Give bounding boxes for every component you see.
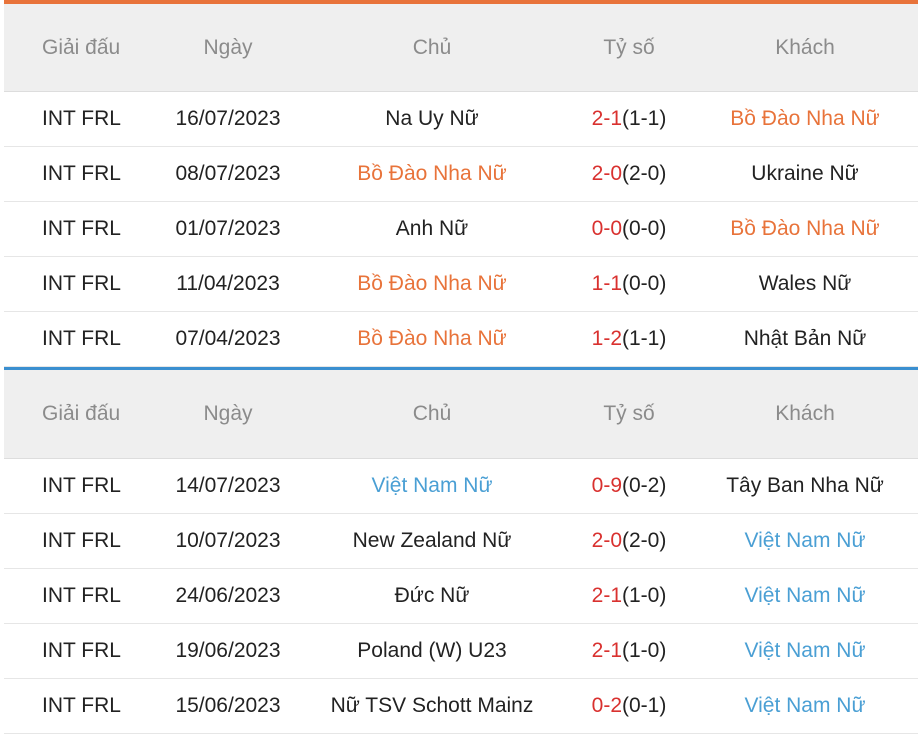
fulltime-score: 2-1 [591, 107, 622, 130]
fulltime-score: 2-0 [591, 529, 622, 552]
away-team[interactable]: Ukraine Nữ [692, 162, 918, 186]
header-league: Giải đấu [42, 402, 121, 425]
fulltime-score: 0-0 [591, 217, 622, 240]
table-row[interactable]: INT FRL 11/04/2023 Bồ Đào Nha Nữ 1-1(0-0… [4, 257, 918, 312]
halftime-score: (0-2) [622, 474, 667, 497]
home-team[interactable]: Poland (W) U23 [298, 639, 566, 663]
league-cell: INT FRL [42, 217, 121, 240]
table-row[interactable]: INT FRL 10/07/2023 New Zealand Nữ 2-0(2-… [4, 514, 918, 569]
table-row[interactable]: INT FRL 01/07/2023 Anh Nữ 0-0(0-0) Bồ Đà… [4, 202, 918, 257]
date-cell: 08/07/2023 [175, 162, 281, 185]
halftime-score: (1-1) [622, 107, 667, 130]
score-cell: 2-0(2-0) [566, 529, 692, 553]
away-team[interactable]: Việt Nam Nữ [692, 584, 918, 608]
home-team[interactable]: Việt Nam Nữ [298, 474, 566, 498]
score-cell: 0-0(0-0) [566, 217, 692, 241]
table-row[interactable]: INT FRL 15/06/2023 Nữ TSV Schott Mainz 0… [4, 679, 918, 734]
score-cell: 0-9(0-2) [566, 474, 692, 498]
fulltime-score: 0-9 [591, 474, 622, 497]
home-team[interactable]: Nữ TSV Schott Mainz [298, 694, 566, 718]
home-team[interactable]: Bồ Đào Nha Nữ [298, 272, 566, 296]
league-cell: INT FRL [42, 639, 121, 662]
header-away: Khách [775, 402, 835, 425]
score-cell: 2-1(1-0) [566, 584, 692, 608]
home-team[interactable]: New Zealand Nữ [298, 529, 566, 553]
fulltime-score: 1-1 [591, 272, 622, 295]
league-cell: INT FRL [42, 584, 121, 607]
score-cell: 1-2(1-1) [566, 327, 692, 351]
halftime-score: (0-1) [622, 694, 667, 717]
fulltime-score: 1-2 [591, 327, 622, 350]
date-cell: 19/06/2023 [175, 639, 281, 662]
score-cell: 2-1(1-1) [566, 107, 692, 131]
fulltime-score: 2-1 [591, 584, 622, 607]
home-team[interactable]: Bồ Đào Nha Nữ [298, 162, 566, 186]
score-cell: 2-0(2-0) [566, 162, 692, 186]
header-date: Ngày [203, 35, 253, 59]
vietnam-results-table: Giải đấu Ngày Chủ Tỷ số Khách INT FRL 14… [4, 367, 918, 734]
halftime-score: (2-0) [622, 529, 667, 552]
away-team[interactable]: Tây Ban Nha Nữ [692, 474, 918, 498]
date-cell: 24/06/2023 [175, 584, 281, 607]
score-cell: 0-2(0-1) [566, 694, 692, 718]
home-team[interactable]: Đức Nữ [298, 584, 566, 608]
header-home: Chủ [412, 35, 452, 59]
table-row[interactable]: INT FRL 07/04/2023 Bồ Đào Nha Nữ 1-2(1-1… [4, 312, 918, 367]
league-cell: INT FRL [42, 474, 121, 497]
halftime-score: (0-0) [622, 272, 667, 295]
fulltime-score: 0-2 [591, 694, 622, 717]
halftime-score: (1-0) [622, 584, 667, 607]
header-home: Chủ [412, 402, 452, 425]
away-team[interactable]: Việt Nam Nữ [692, 529, 918, 553]
table-row[interactable]: INT FRL 19/06/2023 Poland (W) U23 2-1(1-… [4, 624, 918, 679]
away-team[interactable]: Wales Nữ [692, 272, 918, 296]
date-cell: 15/06/2023 [175, 694, 281, 717]
score-cell: 1-1(0-0) [566, 272, 692, 296]
league-cell: INT FRL [42, 272, 121, 295]
header-score: Tỷ số [603, 35, 655, 59]
table-header: Giải đấu Ngày Chủ Tỷ số Khách [4, 370, 918, 459]
league-cell: INT FRL [42, 107, 121, 130]
home-team[interactable]: Bồ Đào Nha Nữ [298, 327, 566, 351]
league-cell: INT FRL [42, 162, 121, 185]
date-cell: 01/07/2023 [175, 217, 281, 240]
header-date: Ngày [203, 402, 253, 425]
table-row[interactable]: INT FRL 08/07/2023 Bồ Đào Nha Nữ 2-0(2-0… [4, 147, 918, 202]
halftime-score: (1-1) [622, 327, 667, 350]
league-cell: INT FRL [42, 529, 121, 552]
portugal-results-table: Giải đấu Ngày Chủ Tỷ số Khách INT FRL 16… [4, 0, 918, 367]
away-team[interactable]: Việt Nam Nữ [692, 639, 918, 663]
halftime-score: (2-0) [622, 162, 667, 185]
away-team[interactable]: Bồ Đào Nha Nữ [692, 107, 918, 131]
date-cell: 14/07/2023 [175, 474, 281, 497]
table-row[interactable]: INT FRL 24/06/2023 Đức Nữ 2-1(1-0) Việt … [4, 569, 918, 624]
date-cell: 07/04/2023 [175, 327, 281, 350]
score-cell: 2-1(1-0) [566, 639, 692, 663]
away-team[interactable]: Nhật Bản Nữ [692, 327, 918, 351]
league-cell: INT FRL [42, 694, 121, 717]
halftime-score: (1-0) [622, 639, 667, 662]
table-header: Giải đấu Ngày Chủ Tỷ số Khách [4, 4, 918, 92]
away-team[interactable]: Bồ Đào Nha Nữ [692, 217, 918, 241]
table-row[interactable]: INT FRL 16/07/2023 Na Uy Nữ 2-1(1-1) Bồ … [4, 92, 918, 147]
date-cell: 10/07/2023 [175, 529, 281, 552]
fulltime-score: 2-0 [591, 162, 622, 185]
header-away: Khách [775, 35, 835, 59]
fulltime-score: 2-1 [591, 639, 622, 662]
date-cell: 11/04/2023 [176, 272, 280, 295]
table-row[interactable]: INT FRL 14/07/2023 Việt Nam Nữ 0-9(0-2) … [4, 459, 918, 514]
home-team[interactable]: Na Uy Nữ [298, 107, 566, 131]
header-league: Giải đấu [42, 35, 121, 59]
away-team[interactable]: Việt Nam Nữ [692, 694, 918, 718]
header-score: Tỷ số [603, 402, 655, 425]
home-team[interactable]: Anh Nữ [298, 217, 566, 241]
date-cell: 16/07/2023 [175, 107, 281, 130]
halftime-score: (0-0) [622, 217, 667, 240]
league-cell: INT FRL [42, 327, 121, 350]
